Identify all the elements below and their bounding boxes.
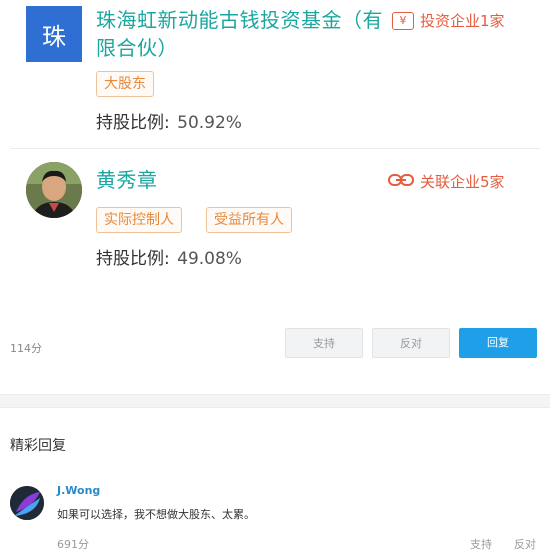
- investment-companies-label: 投资企业1家: [420, 12, 505, 30]
- comment-username[interactable]: J.Wong: [57, 484, 100, 497]
- comment-support-button[interactable]: 支持: [470, 536, 492, 552]
- investment-companies-link[interactable]: ¥ 投资企业1家: [392, 10, 505, 31]
- holder-name[interactable]: 黄秀章: [96, 166, 158, 194]
- commenter-avatar[interactable]: [10, 486, 44, 520]
- comment-oppose-button[interactable]: 反对: [514, 536, 536, 552]
- holder-divider: [10, 148, 540, 149]
- share-ratio-label: 持股比例:: [96, 113, 170, 133]
- tag-actual-controller: 实际控制人: [96, 207, 182, 233]
- hot-replies-title: 精彩回复: [10, 438, 66, 454]
- comment-text: 如果可以选择，我不想做大股东、太累。: [57, 508, 255, 521]
- share-ratio-label: 持股比例:: [96, 249, 170, 269]
- chain-link-icon: [388, 173, 414, 191]
- related-companies-link[interactable]: 关联企业5家: [388, 171, 505, 192]
- section-separator: [0, 394, 550, 408]
- yen-box-icon: ¥: [392, 11, 414, 30]
- reply-button[interactable]: 回复: [459, 328, 537, 358]
- support-button[interactable]: 支持: [285, 328, 363, 358]
- comment-score: 691分: [57, 538, 89, 551]
- person-avatar[interactable]: [26, 162, 82, 218]
- related-companies-label: 关联企业5家: [420, 173, 505, 191]
- share-ratio-value: 50.92%: [177, 113, 242, 133]
- share-ratio-value: 49.08%: [177, 249, 242, 269]
- tag-beneficial-owner: 受益所有人: [206, 207, 292, 233]
- post-score: 114分: [10, 342, 42, 355]
- company-logo: 珠: [26, 6, 82, 62]
- oppose-button[interactable]: 反对: [372, 328, 450, 358]
- share-ratio: 持股比例: 50.92%: [96, 108, 242, 133]
- share-ratio: 持股比例: 49.08%: [96, 244, 242, 269]
- tag-major-shareholder: 大股东: [96, 71, 154, 97]
- holder-name[interactable]: 珠海虹新动能古钱投资基金（有限合伙）: [96, 6, 386, 62]
